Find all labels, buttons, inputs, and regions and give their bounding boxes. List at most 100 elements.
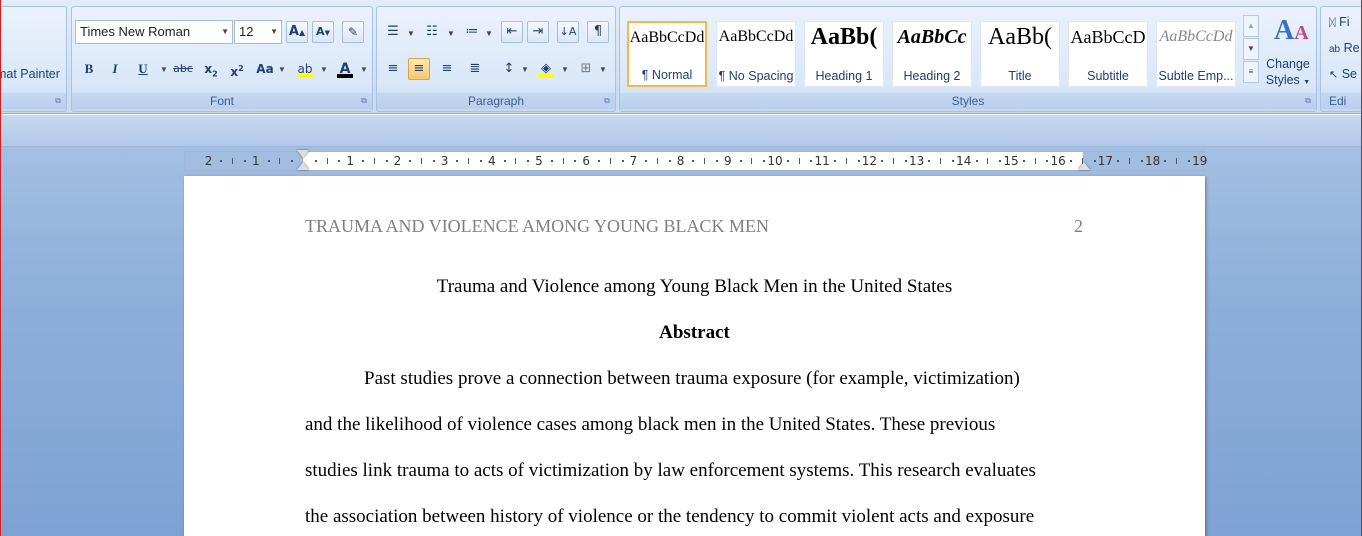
- styles-more-button[interactable]: ≡: [1243, 61, 1259, 83]
- ruler-tick: [1022, 160, 1025, 162]
- font-size-value: 12: [239, 24, 254, 39]
- font-color-button[interactable]: A: [334, 58, 356, 80]
- select-label: Se: [1341, 67, 1357, 81]
- clear-formatting-button[interactable]: ✎: [342, 21, 364, 43]
- ruler-tick: [291, 160, 294, 162]
- format-painter-label[interactable]: mat Painter: [1, 67, 60, 81]
- font-name-dropdown[interactable]: Times New Roman ▼: [75, 20, 233, 44]
- font-size-dropdown[interactable]: 12 ▼: [234, 20, 282, 44]
- borders-dropdown-icon[interactable]: ▼: [599, 65, 607, 74]
- ruler-number: 10: [767, 154, 783, 168]
- ruler-tick: [857, 160, 860, 162]
- hanging-indent-marker[interactable]: [297, 162, 309, 170]
- paragraph-dialog-launcher-icon[interactable]: ⧉: [602, 96, 612, 106]
- body-line[interactable]: the association between history of viole…: [305, 506, 1034, 528]
- styles-scroll-down-button[interactable]: ▼: [1243, 38, 1259, 60]
- page-number[interactable]: 2: [1074, 216, 1083, 237]
- bold-button[interactable]: B: [78, 58, 100, 80]
- ruler-number: 19: [1192, 154, 1208, 168]
- sort-button[interactable]: ↓A: [557, 21, 579, 43]
- body-line[interactable]: and the likelihood of violence cases amo…: [305, 414, 995, 436]
- body-line[interactable]: studies link trauma to acts of victimiza…: [305, 460, 1036, 482]
- style-name: Heading 1: [815, 69, 873, 83]
- ruler-number: 1: [346, 154, 355, 168]
- horizontal-ruler[interactable]: 2 1 1 2 3 4 5 6 7 8 9 10 11 12 13 14 15 16 17 18 19: [184, 150, 1208, 171]
- highlight-dropdown-icon[interactable]: ▼: [320, 65, 328, 74]
- ruler-number: 8: [676, 154, 685, 168]
- ruler-tick: [409, 160, 412, 162]
- find-button[interactable]: ᛞ Fi: [1329, 15, 1350, 29]
- style-sample: AaBbCcDd: [1159, 28, 1233, 45]
- clipboard-launcher-icon[interactable]: ⧉: [53, 96, 63, 106]
- running-head[interactable]: TRAUMA AND VIOLENCE AMONG YOUNG BLACK ME…: [305, 216, 769, 237]
- ruler-tick: [692, 160, 695, 162]
- underline-dropdown-icon[interactable]: ▼: [160, 65, 168, 74]
- show-formatting-marks-button[interactable]: ¶: [587, 21, 609, 43]
- style-tile-no-spacing[interactable]: AaBbCcDd ¶ No Spacing: [716, 21, 796, 87]
- ruler-tick: [1188, 160, 1190, 162]
- right-indent-marker[interactable]: [1078, 162, 1090, 170]
- select-button[interactable]: ↖ Se: [1329, 67, 1357, 81]
- borders-button[interactable]: ⊞: [575, 58, 597, 80]
- style-name: Subtitle: [1087, 69, 1129, 83]
- decrease-indent-button[interactable]: ⇤: [501, 21, 523, 43]
- style-tile-heading-2[interactable]: AaBbCc Heading 2: [892, 21, 972, 87]
- ruler-tick: [232, 158, 234, 164]
- highlight-color-button[interactable]: ab: [294, 58, 316, 80]
- first-line-indent-marker[interactable]: [297, 150, 309, 158]
- multilevel-list-button[interactable]: ≔: [461, 21, 483, 43]
- shading-button[interactable]: ◈: [535, 58, 557, 80]
- styles-scroll-up-button[interactable]: ▲: [1243, 15, 1259, 37]
- bullets-dropdown-icon[interactable]: ▼: [407, 29, 415, 38]
- strikethrough-button[interactable]: abc: [172, 58, 194, 80]
- ruler-number: 14: [956, 154, 972, 168]
- replace-icon: ab: [1329, 44, 1341, 55]
- align-right-button[interactable]: ≡: [436, 58, 458, 80]
- numbering-dropdown-icon[interactable]: ▼: [447, 29, 455, 38]
- font-group-label: Font: [72, 93, 372, 109]
- change-case-button[interactable]: Aa: [254, 58, 276, 80]
- abstract-heading[interactable]: Abstract: [184, 322, 1205, 344]
- change-case-dropdown-icon[interactable]: ▼: [278, 65, 286, 74]
- style-tile-normal[interactable]: AaBbCcDd ¶ Normal: [627, 21, 707, 87]
- justify-button[interactable]: ≣: [464, 58, 486, 80]
- style-tile-subtitle[interactable]: AaBbCcD Subtitle: [1068, 21, 1148, 87]
- document-page[interactable]: TRAUMA AND VIOLENCE AMONG YOUNG BLACK ME…: [184, 176, 1205, 536]
- document-title[interactable]: Trauma and Violence among Young Black Me…: [184, 276, 1205, 298]
- increase-indent-button[interactable]: ⇥: [527, 21, 549, 43]
- style-tile-title[interactable]: AaBb( Title: [980, 21, 1060, 87]
- ruler-tick: [503, 160, 506, 162]
- shrink-font-button[interactable]: A▼: [312, 21, 334, 43]
- ruler-number: 17: [1097, 154, 1114, 168]
- style-sample: AaBb(: [810, 24, 878, 50]
- shading-dropdown-icon[interactable]: ▼: [561, 65, 569, 74]
- subscript-button[interactable]: x2: [200, 58, 222, 80]
- font-dialog-launcher-icon[interactable]: ⧉: [359, 96, 369, 106]
- cursor-icon: ↖: [1329, 69, 1339, 81]
- multilevel-dropdown-icon[interactable]: ▼: [485, 29, 493, 38]
- body-line[interactable]: Past studies prove a connection between …: [364, 368, 1020, 390]
- ruler-number: 18: [1144, 154, 1161, 168]
- align-center-button[interactable]: ≡: [408, 58, 430, 80]
- styles-dialog-launcher-icon[interactable]: ⧉: [1303, 96, 1313, 106]
- italic-button[interactable]: I: [104, 58, 126, 80]
- change-styles-button[interactable]: AA Change Styles ▼: [1262, 11, 1314, 91]
- line-spacing-button[interactable]: ↕: [498, 58, 520, 80]
- replace-button[interactable]: ab Re: [1329, 41, 1360, 55]
- style-tile-heading-1[interactable]: AaBb( Heading 1: [804, 21, 884, 87]
- line-spacing-dropdown-icon[interactable]: ▼: [521, 65, 529, 74]
- bullets-button[interactable]: ☰: [382, 21, 404, 43]
- ruler-tick: [432, 160, 435, 162]
- ruler-tick: [704, 158, 706, 164]
- numbering-button[interactable]: ☷: [421, 21, 443, 43]
- font-color-dropdown-icon[interactable]: ▼: [360, 65, 368, 74]
- superscript-button[interactable]: x2: [226, 58, 248, 80]
- grow-font-button[interactable]: A▲: [286, 21, 308, 43]
- change-styles-label-2-text: Styles: [1265, 73, 1300, 87]
- underline-button[interactable]: U: [132, 58, 154, 80]
- ruler-number: 5: [535, 154, 543, 168]
- align-left-button[interactable]: ≡: [382, 58, 404, 80]
- style-sample: AaBbCcDd: [718, 28, 794, 45]
- style-tile-subtle-emphasis[interactable]: AaBbCcDd Subtle Emp...: [1156, 21, 1236, 87]
- ruler-tick: [763, 160, 766, 162]
